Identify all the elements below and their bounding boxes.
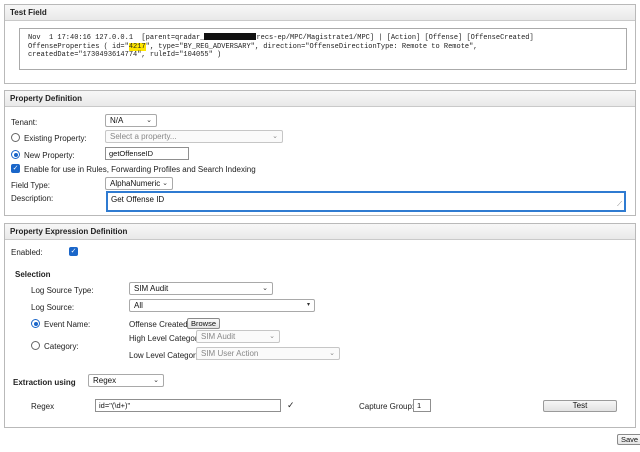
capture-group-value: 1 [417,401,422,410]
log-source-type-select[interactable]: SIM Audit ⌄ [129,282,273,295]
event-name-value: Offense Created [129,320,188,329]
payload-line2-pre: OffenseProperties ( id=" [28,42,129,51]
save-button[interactable]: Save [617,434,640,445]
description-label: Description: [11,194,54,203]
browse-button[interactable]: Browse [187,318,221,329]
event-name-radio[interactable] [31,319,40,328]
existing-property-label: Existing Property: [24,134,87,143]
payload-highlight: 4217 [128,42,146,51]
resize-grip-icon[interactable]: ⟋ [617,201,622,209]
capture-group-input[interactable]: 1 [413,399,431,412]
field-type-label: Field Type: [11,181,50,190]
test-field-panel: Test Field Nov 1 17:40:16 127.0.0.1 [par… [4,4,636,84]
low-level-category-select[interactable]: SIM User Action ⌄ [196,347,340,360]
enabled-checkbox[interactable]: ✓ [69,247,78,256]
test-button[interactable]: Test [543,400,617,412]
high-level-category-value: SIM Audit [201,332,236,341]
log-source-label: Log Source: [31,303,75,312]
tenant-value: N/A [110,116,124,125]
chevron-down-icon: ⌄ [269,333,275,340]
checkmark-icon: ✓ [287,400,295,410]
log-source-value: All [134,301,143,310]
new-property-label: New Property: [24,151,75,160]
description-textarea[interactable]: Get Offense ID ⟋ [106,191,626,212]
new-property-input[interactable]: getOffenseID [105,147,189,160]
test-payload[interactable]: Nov 1 17:40:16 127.0.0.1 [parent=qradar_… [19,28,627,70]
tenant-label: Tenant: [11,118,38,127]
chevron-down-icon: ⌄ [262,285,268,292]
chevron-down-icon: ⌄ [146,117,152,124]
enable-indexing-checkbox[interactable]: ✓ [11,164,20,173]
tenant-select[interactable]: N/A ⌄ [105,114,157,127]
selection-heading: Selection [15,270,51,279]
field-type-select[interactable]: AlphaNumeric ⌄ [105,177,173,190]
extraction-label: Extraction using [13,378,76,387]
payload-line1-pre: Nov 1 17:40:16 127.0.0.1 [parent=qradar_ [28,34,205,42]
checkmark-icon: ✓ [12,165,19,172]
field-type-value: AlphaNumeric [110,179,161,188]
regex-value: id="(\d+)" [99,401,131,410]
property-definition-title: Property Definition [5,91,635,107]
new-property-value: getOffenseID [109,149,154,158]
log-source-type-label: Log Source Type: [31,286,94,295]
property-definition-panel: Property Definition Tenant: N/A ⌄ Existi… [4,90,636,216]
chevron-down-icon: ⌄ [272,133,278,140]
chevron-down-icon: ⌄ [329,350,335,357]
log-source-select[interactable]: All ▾ [129,299,315,312]
existing-property-placeholder: Select a property... [110,132,177,141]
payload-line2-post: ", type="BY_REG_ADVERSARY", direction="O… [145,42,478,51]
test-field-title: Test Field [5,5,635,21]
extraction-select[interactable]: Regex ⌄ [88,374,164,387]
category-label: Category: [44,342,79,351]
high-level-category-select[interactable]: SIM Audit ⌄ [196,330,280,343]
existing-property-select[interactable]: Select a property... ⌄ [105,130,283,143]
chevron-down-icon: ▾ [306,302,310,308]
category-radio[interactable] [31,341,40,350]
payload-line1-post: recs-ep/MPC/Magistrate1/MPC] | [Action] … [256,34,534,42]
low-level-category-value: SIM User Action [201,349,259,358]
chevron-down-icon: ⌄ [162,180,168,187]
chevron-down-icon: ⌄ [153,377,159,384]
expression-title: Property Expression Definition [5,224,635,240]
enable-indexing-label: Enable for use in Rules, Forwarding Prof… [24,165,256,174]
event-name-label: Event Name: [44,320,91,329]
new-property-radio[interactable] [11,150,20,159]
regex-input[interactable]: id="(\d+)" [95,399,281,412]
regex-label: Regex [31,402,55,411]
expression-panel: Property Expression Definition Enabled: … [4,223,636,428]
extraction-value: Regex [93,376,117,385]
high-level-category-label: High Level Category [129,334,202,343]
log-source-type-value: SIM Audit [134,284,169,293]
description-value: Get Offense ID [111,195,165,204]
redaction-block [204,33,257,40]
enabled-label: Enabled: [11,248,43,257]
low-level-category-label: Low Level Category [129,351,200,360]
checkmark-icon: ✓ [70,248,77,255]
capture-group-label: Capture Group: [359,402,415,411]
existing-property-radio[interactable] [11,133,20,142]
payload-line3: createdDate="1730493614774", ruleId="104… [28,51,222,59]
